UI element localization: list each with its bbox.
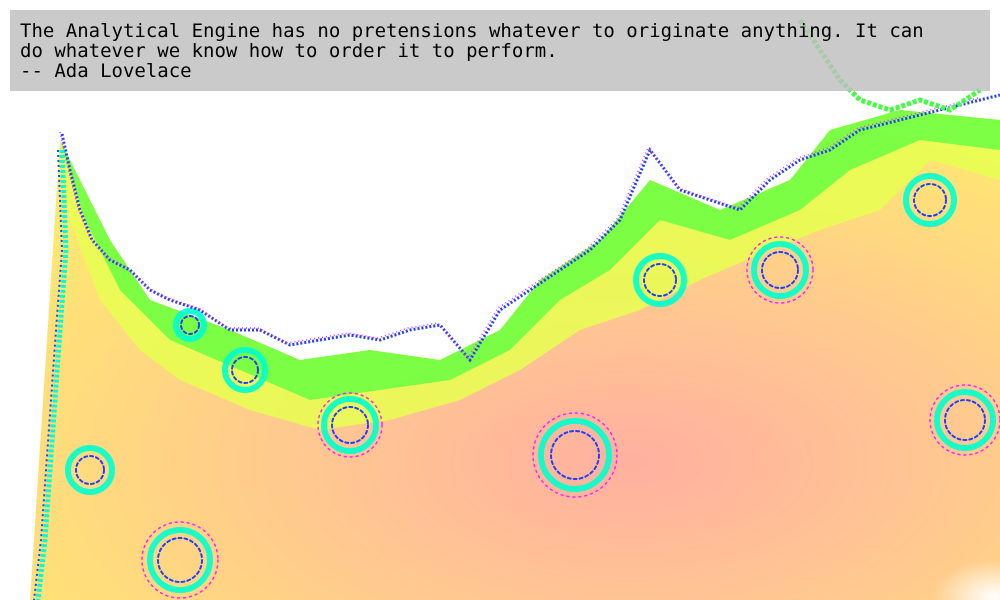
quote-banner: The Analytical Engine has no pretensions… — [10, 10, 990, 91]
quote-line-1: The Analytical Engine has no pretensions… — [20, 20, 924, 42]
quote-line-2: do whatever we know how to order it to p… — [20, 40, 558, 62]
quote-attribution: -- Ada Lovelace — [20, 60, 192, 82]
screensaver-window: The Analytical Engine has no pretensions… — [0, 0, 1000, 600]
